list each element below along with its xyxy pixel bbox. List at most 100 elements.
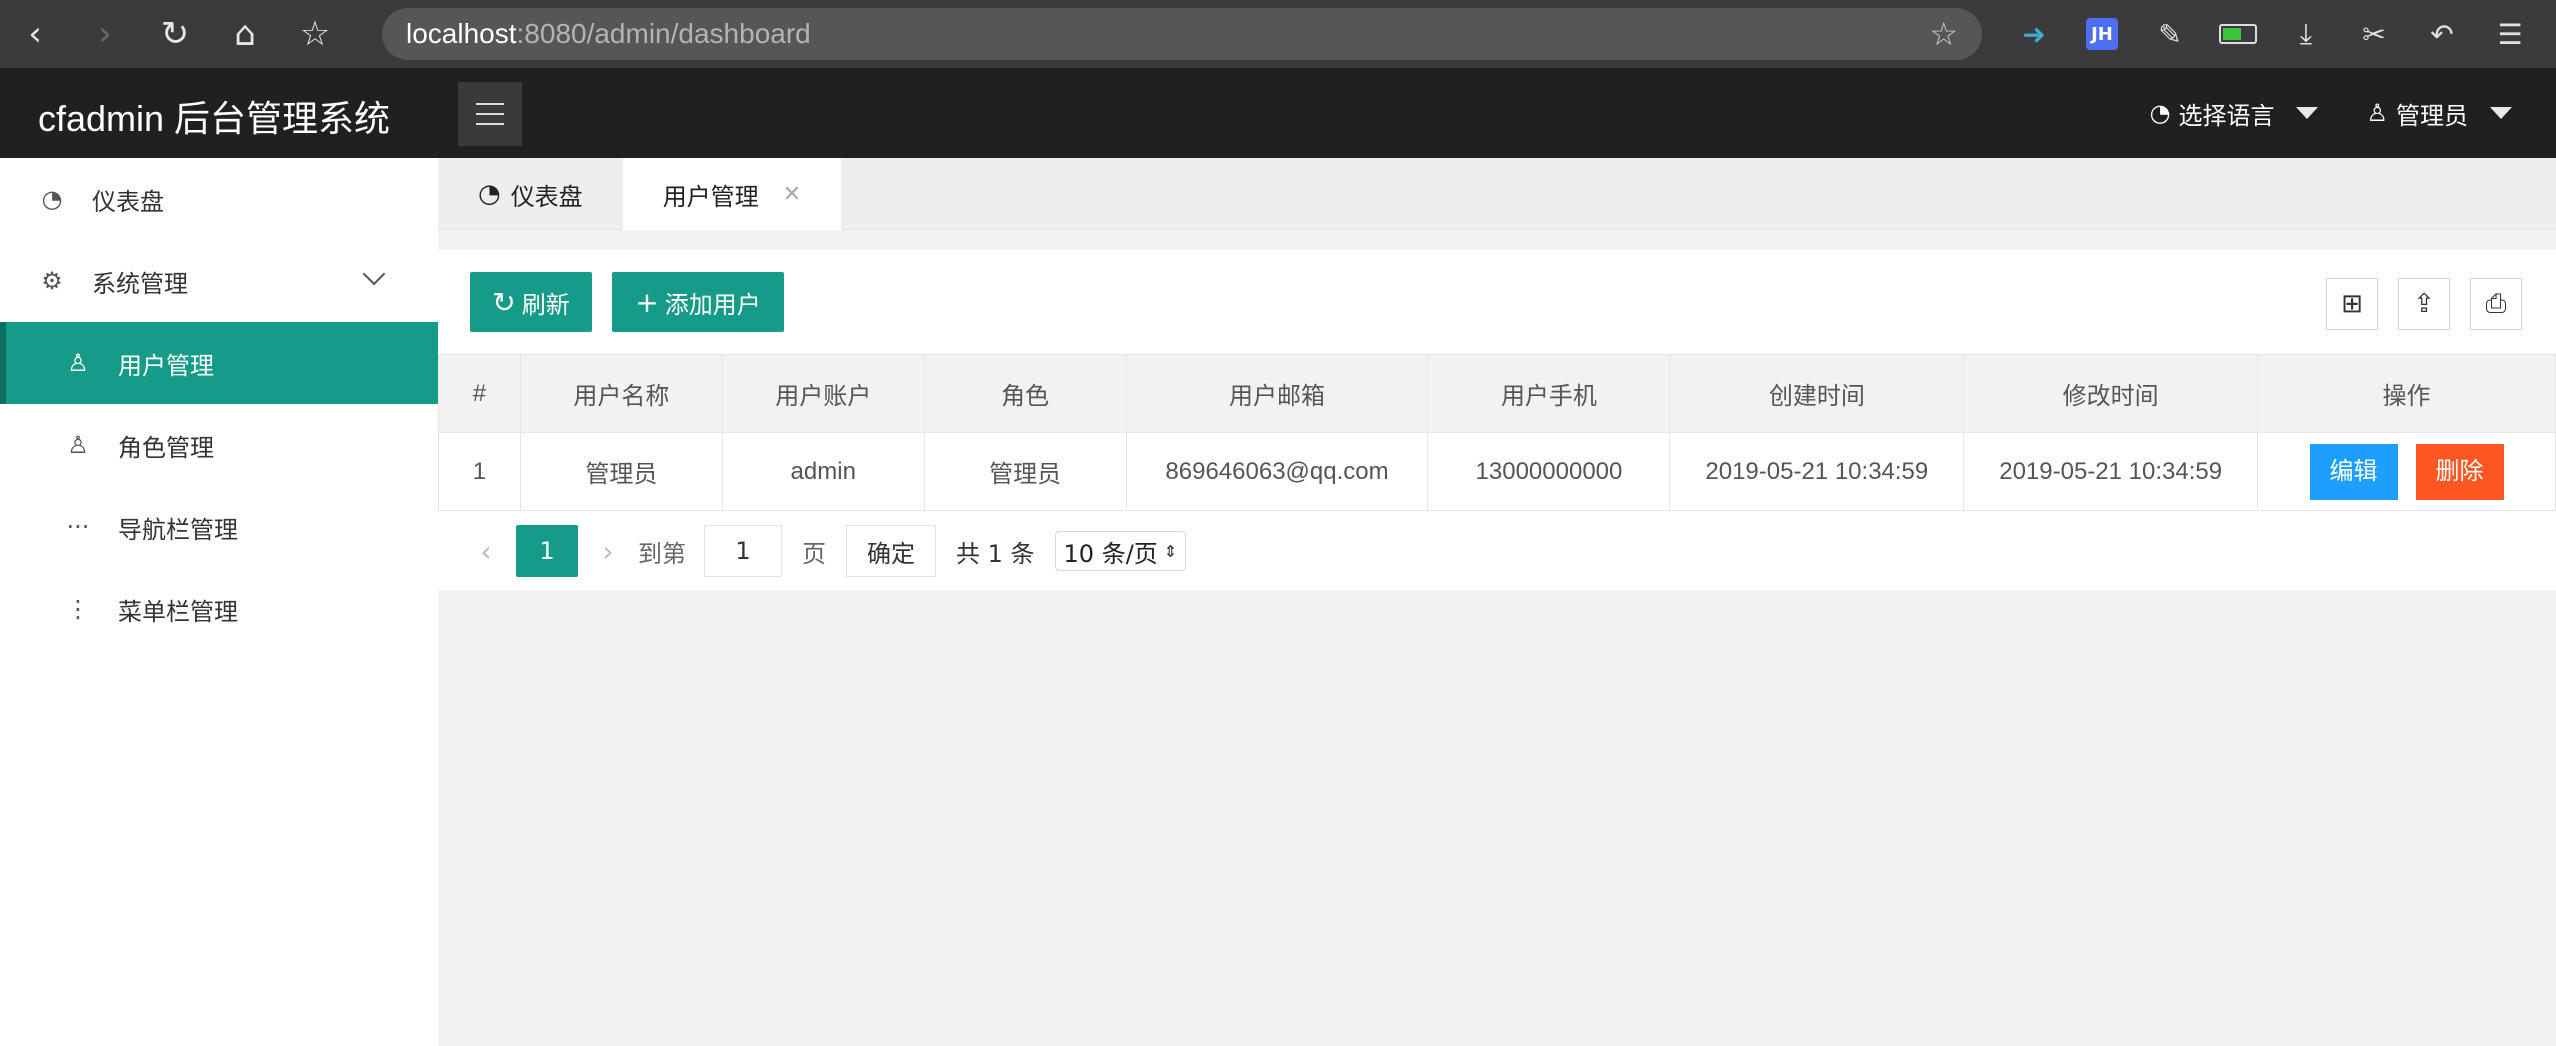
prev-page-icon[interactable]: ‹ (456, 535, 516, 568)
sidebar-item-dashboard[interactable]: ◔ 仪表盘 (0, 158, 438, 240)
delete-button[interactable]: 删除 (2415, 443, 2504, 500)
cell-account: admin (721, 432, 925, 511)
add-user-button[interactable]: + 添加用户 (612, 272, 784, 332)
sidebar-item-label: 仪表盘 (92, 187, 164, 216)
user-icon: ♙ (67, 349, 89, 377)
menu-toggle-button[interactable] (458, 82, 522, 146)
url-host: localhost (406, 18, 517, 49)
updown-icon: ⇕ (1163, 541, 1178, 561)
table-header-row: # 用户名称 用户账户 角色 用户邮箱 用户手机 创建时间 修改时间 操作 (438, 354, 2556, 433)
column-header[interactable]: 操作 (2257, 354, 2556, 433)
page-size-value: 10 条/页 (1063, 539, 1158, 568)
sidebar-item-menubar[interactable]: ⋮ 菜单栏管理 (0, 568, 438, 650)
refresh-icon: ↻ (492, 285, 516, 319)
sidebar-item-label: 菜单栏管理 (118, 597, 238, 626)
page-size-select[interactable]: 10 条/页 ⇕ (1054, 531, 1187, 571)
language-selector[interactable]: ◔ 选择语言 (2150, 96, 2319, 131)
edit-button[interactable]: 编辑 (2309, 443, 2398, 500)
cell-user-name: 管理员 (519, 432, 723, 511)
tab-user-management[interactable]: 用户管理 ✕ (622, 158, 842, 230)
extension-jh-icon[interactable]: JH (2068, 0, 2136, 68)
role-icon: ♙ (67, 431, 89, 459)
undo-icon[interactable]: ↶ (2408, 0, 2476, 68)
total-count: 共 1 条 (956, 539, 1035, 568)
goto-label: 到第 (638, 539, 686, 568)
globe-icon: ◔ (2149, 99, 2171, 127)
cell-modified: 2019-05-21 10:34:59 (1963, 432, 2259, 511)
download-icon[interactable]: ⤓ (2272, 0, 2340, 68)
scissors-icon[interactable]: ✂ (2340, 0, 2408, 68)
table-row[interactable]: 1 管理员 admin 管理员 869646063@qq.com 1300000… (438, 432, 2556, 511)
url-path: :8080/admin/dashboard (516, 18, 811, 49)
page-unit-label: 页 (802, 539, 826, 568)
page-current[interactable]: 1 (516, 525, 578, 577)
list-icon (476, 103, 504, 125)
close-icon[interactable]: ✕ (783, 182, 801, 207)
app-logo: cfadmin 后台管理系统 (38, 98, 391, 139)
print-button[interactable]: ⎙ (2470, 278, 2522, 330)
column-header[interactable]: 角色 (923, 354, 1127, 433)
sidebar: ◔ 仪表盘 ⚙ 系统管理 ♙ 用户管理 ♙ 角色管理 ··· 导航栏管理 ⋮ 菜… (0, 158, 438, 1046)
refresh-button[interactable]: ↻ 刷新 (470, 272, 592, 332)
user-name: 管理员 (2396, 101, 2468, 130)
export-button[interactable]: ⇪ (2398, 278, 2450, 330)
print-icon: ⎙ (2485, 288, 2507, 319)
tab-label: 仪表盘 (510, 182, 583, 211)
tab-label: 用户管理 (662, 182, 759, 211)
columns-filter-button[interactable]: ⊞ (2326, 278, 2378, 330)
page-tabs: ◔ 仪表盘 用户管理 ✕ (438, 158, 2556, 230)
back-icon[interactable]: ‹ (0, 0, 70, 68)
gear-icon: ⚙ (41, 267, 63, 295)
confirm-button[interactable]: 确定 (846, 525, 936, 577)
page-number-input[interactable]: 1 (704, 525, 782, 577)
reload-icon[interactable]: ↻ (140, 0, 210, 68)
address-bar[interactable]: localhost :8080/admin/dashboard ☆ (382, 8, 1982, 60)
dots-horizontal-icon: ··· (66, 513, 90, 541)
column-header[interactable]: 用户账户 (721, 354, 925, 433)
tab-dashboard[interactable]: ◔ 仪表盘 (438, 158, 623, 230)
pagination: ‹ 1 › 到第 1 页 确定 共 1 条 10 条/页 ⇕ (438, 512, 2556, 590)
cell-created: 2019-05-21 10:34:59 (1669, 432, 1965, 511)
cell-role: 管理员 (923, 432, 1127, 511)
cell-index: 1 (438, 432, 521, 511)
language-label: 选择语言 (2178, 101, 2275, 130)
sidebar-item-label: 用户管理 (118, 351, 214, 380)
caret-down-icon (2296, 107, 2319, 119)
sidebar-item-navbar[interactable]: ··· 导航栏管理 (0, 486, 438, 568)
column-header[interactable]: # (438, 354, 521, 433)
sidebar-item-label: 系统管理 (92, 269, 188, 298)
app-header: cfadmin 后台管理系统 ◔ 选择语言 ♙ 管理员 (0, 68, 2556, 158)
home-icon[interactable]: ⌂ (210, 0, 280, 68)
sidebar-item-label: 导航栏管理 (118, 515, 238, 544)
extension-arrow-icon[interactable]: ➜ (2000, 0, 2068, 68)
columns-icon: ⊞ (2341, 289, 2363, 319)
next-page-icon[interactable]: › (578, 535, 638, 568)
sidebar-item-system[interactable]: ⚙ 系统管理 (0, 240, 438, 322)
caret-down-icon (2490, 107, 2512, 119)
bookmark-star-icon[interactable]: ☆ (280, 0, 350, 68)
battery-icon[interactable] (2204, 0, 2272, 68)
export-icon: ⇪ (2413, 289, 2435, 319)
refresh-label: 刷新 (521, 290, 570, 319)
column-header[interactable]: 修改时间 (1963, 354, 2259, 433)
cell-phone: 13000000000 (1427, 432, 1671, 511)
bookmark-page-icon[interactable]: ☆ (1929, 15, 1958, 53)
column-header[interactable]: 用户手机 (1427, 354, 1671, 433)
dashboard-icon: ◔ (478, 179, 501, 209)
user-menu[interactable]: ♙ 管理员 (2366, 96, 2512, 131)
sidebar-item-label: 角色管理 (118, 433, 214, 462)
user-table-panel: ↻ 刷新 + 添加用户 ⊞ ⇪ ⎙ # 用户名称 用户账户 角色 用户邮箱 用户… (438, 250, 2556, 590)
column-header[interactable]: 创建时间 (1669, 354, 1965, 433)
extension-tool-icon[interactable]: ✎ (2136, 0, 2204, 68)
browser-menu-icon[interactable]: ☰ (2476, 0, 2544, 68)
column-header[interactable]: 用户邮箱 (1125, 354, 1429, 433)
browser-toolbar: ‹ › ↻ ⌂ ☆ localhost :8080/admin/dashboar… (0, 0, 2556, 68)
cell-email: 869646063@qq.com (1125, 432, 1429, 511)
extension-icons: ➜ JH ✎ ⤓ ✂ ↶ ☰ (2000, 0, 2544, 68)
column-header[interactable]: 用户名称 (519, 354, 723, 433)
sidebar-item-users[interactable]: ♙ 用户管理 (0, 322, 438, 404)
sidebar-item-roles[interactable]: ♙ 角色管理 (0, 404, 438, 486)
chevron-down-icon (362, 262, 386, 286)
dots-vertical-icon: ⋮ (66, 595, 90, 623)
forward-icon[interactable]: › (70, 0, 140, 68)
